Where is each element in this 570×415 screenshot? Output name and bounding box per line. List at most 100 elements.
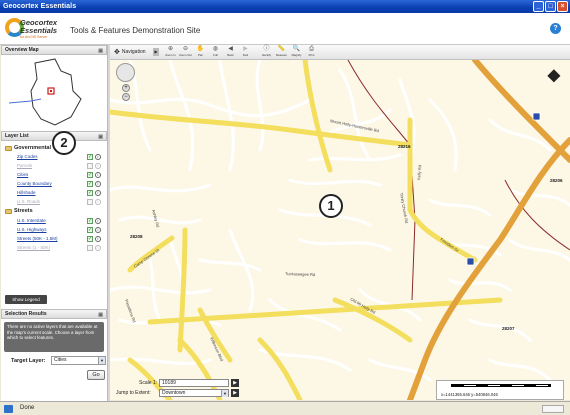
identify-tool[interactable]: ⓘ Identify: [260, 46, 273, 59]
pan-pad-icon[interactable]: [116, 63, 135, 82]
layer-info-icon[interactable]: i: [95, 245, 101, 251]
road-label: Tuckaseegee Rd: [285, 271, 315, 277]
logo-subtext: for ArcGIS Server: [20, 35, 48, 39]
minimize-icon[interactable]: _: [533, 1, 544, 12]
target-layer-select[interactable]: Cities ▼: [51, 356, 106, 365]
layer-group-governmental[interactable]: Governmental: [5, 145, 51, 151]
window-title: Geocortex Essentials: [3, 3, 77, 10]
layer-visibility-checkbox[interactable]: ✓: [87, 190, 93, 196]
layer-visibility-checkbox[interactable]: ✓: [87, 227, 93, 233]
zoom-out-icon: ⊖: [182, 46, 189, 52]
measure-tool[interactable]: 📏 Measure: [275, 46, 288, 59]
app-header: Geocortex Essentials for ArcGIS Server T…: [0, 13, 570, 45]
back-tool[interactable]: ◀ Back: [224, 46, 237, 59]
layer-info-icon[interactable]: i: [95, 163, 101, 169]
scale-bar-graphic: [451, 384, 551, 387]
layer-item[interactable]: County Boundary: [17, 181, 52, 186]
overview-panel-header: Overview Map ▣: [1, 45, 107, 55]
help-icon[interactable]: ?: [550, 23, 561, 34]
map-canvas[interactable]: Mount Holly-Huntersville Rd Kelly Rd Tri…: [110, 60, 570, 400]
tool-label: Fwd: [242, 53, 249, 57]
close-icon[interactable]: ×: [557, 1, 568, 12]
layer-visibility-checkbox[interactable]: [87, 245, 93, 251]
road-label: Kelly Rd: [416, 165, 422, 180]
move-icon: ✥: [114, 49, 120, 56]
layer-info-icon[interactable]: i: [95, 190, 101, 196]
layer-info-icon[interactable]: i: [95, 227, 101, 233]
layer-visibility-checkbox[interactable]: ✓: [87, 154, 93, 160]
forward-tool[interactable]: ▶ Fwd: [239, 46, 252, 59]
layer-item[interactable]: Cities: [17, 172, 28, 177]
layer-item[interactable]: U.S. Interstate: [17, 218, 46, 223]
zoom-in-tool[interactable]: ⊕ Zoom In: [164, 46, 177, 59]
layer-info-icon[interactable]: i: [95, 218, 101, 224]
callout-1: 1: [319, 194, 343, 218]
panel-collapse-icon[interactable]: ▣: [98, 311, 103, 319]
go-button[interactable]: Go: [87, 370, 105, 380]
callout-2: 2: [52, 131, 76, 155]
layer-visibility-checkbox[interactable]: [87, 199, 93, 205]
scale-bar: x=1441365.646 y=540846.046: [436, 380, 564, 400]
zip-label: 28206: [550, 178, 563, 183]
layer-item[interactable]: Streets (50K - 1.5M): [17, 236, 58, 241]
print-tool[interactable]: ⎙ Print: [305, 46, 318, 59]
full-extent-tool[interactable]: ◍ Full: [209, 46, 222, 59]
panel-collapse-icon[interactable]: ▣: [98, 133, 103, 141]
map-toolbar: ✥ Navigation ▶ ⊕ Zoom In ⊖ Zoom Out ✋ Pan ◍…: [110, 45, 570, 60]
layer-info-icon[interactable]: i: [95, 236, 101, 242]
selection-results: There are no active layers that are avai…: [1, 319, 107, 411]
magnify-tool[interactable]: 🔍 Magnify: [290, 46, 303, 59]
show-legend-button[interactable]: Show Legend: [5, 295, 47, 304]
jump-apply-button[interactable]: ▶: [231, 389, 239, 397]
overview-map-graphic: [8, 58, 82, 126]
zoom-out-button[interactable]: −: [122, 93, 130, 101]
maximize-icon[interactable]: □: [545, 1, 556, 12]
layer-group-label: Governmental: [14, 145, 51, 151]
target-layer-value: Cities: [54, 357, 67, 363]
jump-extent-select[interactable]: Downtown ▼: [159, 389, 229, 397]
layer-group-label: Streets: [14, 208, 33, 214]
layer-item[interactable]: Hillshade: [17, 190, 36, 195]
layer-item[interactable]: Parcels: [17, 163, 32, 168]
layer-item[interactable]: U.S. Highways: [17, 227, 47, 232]
tool-label: Full: [213, 53, 218, 57]
layer-group-streets[interactable]: Streets: [5, 208, 33, 214]
layer-info-icon[interactable]: i: [95, 172, 101, 178]
overview-panel-title: Overview Map: [5, 47, 39, 53]
layer-visibility-checkbox[interactable]: ✓: [87, 236, 93, 242]
layer-item[interactable]: U.S. Roads: [17, 199, 40, 204]
map-extent-controls: Scale 1: 10189 ▶ Jump to Extent: Downtow…: [115, 379, 240, 399]
zoom-in-icon: ⊕: [167, 46, 174, 52]
hand-icon: ✋: [196, 46, 205, 52]
folder-icon: [5, 208, 12, 214]
street-map-graphic: Mount Holly-Huntersville Rd Kelly Rd Tri…: [110, 60, 570, 400]
layer-visibility-checkbox[interactable]: ✓: [87, 172, 93, 178]
scale-apply-button[interactable]: ▶: [231, 379, 239, 387]
status-bar: Done: [0, 401, 570, 415]
zoom-in-button[interactable]: +: [122, 84, 130, 92]
pan-tool[interactable]: ✋ Pan: [194, 46, 207, 59]
pan-zoom-control: + −: [114, 63, 137, 108]
overview-map[interactable]: [1, 55, 107, 131]
layer-info-icon[interactable]: i: [95, 154, 101, 160]
navigation-dropdown[interactable]: ✥ Navigation: [114, 48, 146, 56]
layer-item[interactable]: Streets (1 - 50K): [17, 245, 50, 250]
layer-info-icon[interactable]: i: [95, 199, 101, 205]
scale-input[interactable]: 10189: [159, 379, 229, 387]
results-message: There are no active layers that are avai…: [4, 322, 104, 352]
panel-collapse-icon[interactable]: ▣: [98, 47, 103, 55]
layer-item[interactable]: Zip Codes: [17, 154, 38, 159]
info-icon: ⓘ: [263, 46, 270, 52]
layer-visibility-checkbox[interactable]: ✓: [87, 218, 93, 224]
zone-indicator: [542, 405, 564, 413]
logo-text-2: Essentials: [20, 26, 58, 35]
geocortex-logo: Geocortex Essentials for ArcGIS Server: [5, 16, 67, 42]
layer-visibility-checkbox[interactable]: [87, 163, 93, 169]
jump-extent-label: Jump to Extent:: [116, 390, 151, 396]
zoom-out-tool[interactable]: ⊖ Zoom Out: [179, 46, 192, 59]
chevron-right-icon[interactable]: ▶: [153, 48, 159, 56]
layer-visibility-checkbox[interactable]: ✓: [87, 181, 93, 187]
layer-list: Governmental Zip Codes ✓ i Parcels i Cit…: [1, 141, 107, 309]
layer-info-icon[interactable]: i: [95, 181, 101, 187]
tool-label: Measure: [276, 53, 287, 57]
